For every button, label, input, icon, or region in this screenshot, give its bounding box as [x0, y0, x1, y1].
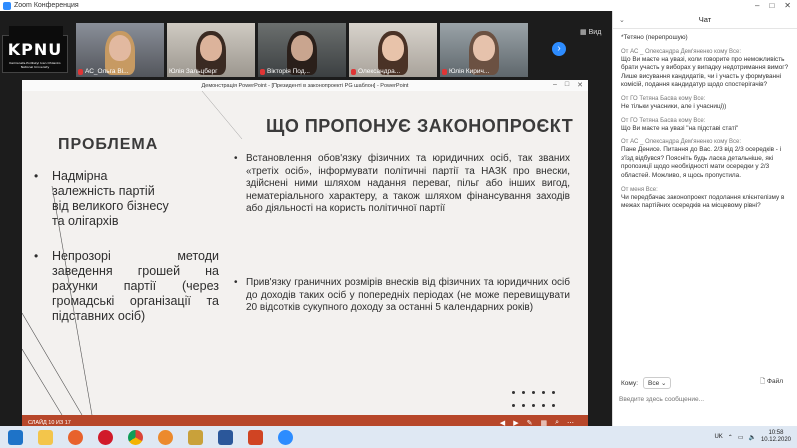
participant-name: Вікторія Под... [260, 68, 310, 75]
volume-icon[interactable]: 🔈 [748, 434, 755, 441]
powerpoint-window: Демонстрація PowerPoint - [Президенті в … [22, 80, 588, 430]
muted-mic-icon [351, 68, 356, 75]
word-icon[interactable] [210, 426, 240, 448]
problem-item: Непрозорі методи заведення грошей на рах… [34, 249, 219, 324]
meeting-area: KPNU Kamianets-Podilskyi Ivan Ohiienko N… [0, 11, 612, 430]
problem-heading: ПРОБЛЕМА [58, 136, 159, 153]
participant-tile[interactable]: Вікторія Под... [258, 23, 346, 77]
clock-time: 10:58 [768, 430, 784, 436]
problem-item: Надмірна залежність партій від великого … [34, 169, 169, 229]
close-icon[interactable]: ✕ [784, 1, 791, 10]
participant-name: Юлія Кирич... [442, 68, 489, 75]
muted-mic-icon [260, 68, 265, 75]
system-tray: UK ⌃ ▭ 🔈 10:58 10.12.2020 [714, 430, 797, 444]
powerpoint-icon[interactable] [240, 426, 270, 448]
message-text: Чи передбачає законопроект подолання клі… [621, 193, 785, 210]
proposal-item: Прив'язку граничних розмірів внесків від… [232, 277, 570, 315]
chat-panel: ⌄ Чат *Тетяно (перепрошую) От АС _ Олекс… [612, 11, 797, 426]
muted-mic-icon [78, 68, 83, 75]
dot-grid-decoration [512, 391, 562, 407]
message-text: Пане Денисе. Питання до Вас. 2/3 від 2/3… [621, 146, 782, 179]
clock-date: 10.12.2020 [760, 437, 791, 443]
chat-messages: *Тетяно (перепрошую) От АС _ Олександра … [613, 30, 797, 375]
university-logo: KPNU Kamianets-Podilskyi Ivan Ohiienko N… [2, 26, 68, 73]
window-title: Zoom Конференция [14, 2, 79, 9]
tray-arrow-icon[interactable]: ⌃ [728, 434, 733, 441]
proposal-item-2: Прив'язку граничних розмірів внесків від… [232, 277, 570, 315]
message-text: Що Ви маєте на увазі "на підставі статі" [621, 124, 739, 132]
maximize-icon[interactable]: □ [565, 81, 569, 89]
minimize-icon[interactable]: – [755, 1, 759, 10]
participant-name: Юлія Зальцберг [169, 68, 218, 75]
start-icon[interactable] [0, 426, 30, 448]
file-button[interactable]: 🗋 Файл [760, 377, 783, 388]
problem-list: Надмірна залежність партій від великого … [34, 169, 219, 324]
muted-mic-icon [442, 68, 447, 75]
participant-name: Олександра... [351, 68, 400, 75]
participant-tile[interactable]: Юлія Зальцберг [167, 23, 255, 77]
zoom-app-icon [3, 1, 11, 10]
firefox-icon[interactable] [60, 426, 90, 448]
app-icon[interactable] [180, 426, 210, 448]
chat-message: От ГО Тетяна Басва кому Все: Що Ви маєте… [621, 117, 792, 134]
slide-counter: СЛАЙД 10 ИЗ 17 [28, 419, 71, 426]
message-text: Не тільки учасники, але і учасниці)) [621, 102, 727, 110]
zoom-titlebar: Zoom Конференция – □ ✕ [0, 0, 797, 11]
chat-input[interactable] [619, 393, 791, 406]
language-indicator[interactable]: UK [714, 434, 722, 440]
participant-name: АС_Ольга Ві... [78, 68, 129, 75]
opera-icon[interactable] [90, 426, 120, 448]
message-sender: От АС _ Олександра Дем'яненко кому Все: [621, 48, 742, 55]
ppt-title: Демонстрація PowerPoint - [Президенті в … [201, 82, 409, 89]
proposal-item-1: Встановлення обов'язку фізичних та юриди… [232, 153, 570, 216]
chat-message: От меня Все: Чи передбачає законопроект … [621, 186, 792, 211]
chrome-icon[interactable] [120, 426, 150, 448]
logo-subtitle: Kamianets-Podilskyi Ivan Ohiienko Nation… [9, 61, 61, 69]
grid-icon: ▦ [580, 29, 587, 36]
message-sender: От ГО Тетяна Басва кому Все: [621, 117, 706, 124]
close-icon[interactable]: ✕ [577, 81, 583, 89]
slide: ПРОБЛЕМА ЩО ПРОПОНУЄ ЗАКОНОПРОЄКТ Надмір… [22, 91, 588, 415]
file-icon: 🗋 [759, 378, 766, 385]
zoom-icon[interactable] [270, 426, 300, 448]
taskbar: UK ⌃ ▭ 🔈 10:58 10.12.2020 [0, 426, 797, 448]
paint-icon[interactable] [150, 426, 180, 448]
logo-text: KPNU [7, 40, 63, 59]
chat-title: Чат [698, 15, 712, 24]
view-button[interactable]: ▦ Вид [580, 28, 601, 37]
recipient-dropdown[interactable]: Все ⌄ [643, 377, 672, 389]
clock[interactable]: 10:58 10.12.2020 [761, 430, 791, 444]
participant-tile[interactable]: АС_Ольга Ві... [76, 23, 164, 77]
maximize-icon[interactable]: □ [769, 1, 774, 10]
explorer-icon[interactable] [30, 426, 60, 448]
proposal-item: Встановлення обов'язку фізичних та юриди… [232, 153, 570, 216]
chat-message: От АС _ Олександра Дем'яненко кому Все: … [621, 138, 792, 180]
chat-header: ⌄ Чат [613, 11, 797, 29]
message-text: Що Ви маєте на увазі, коли говорите про … [621, 55, 789, 89]
minimize-icon[interactable]: – [553, 81, 557, 89]
ppt-titlebar: Демонстрація PowerPoint - [Президенті в … [22, 80, 588, 91]
video-strip: АС_Ольга Ві... Юлія Зальцберг Вікторія П… [76, 23, 528, 77]
chevron-down-icon[interactable]: ⌄ [619, 16, 625, 24]
chat-message: От ГО Тетяна Басва кому Все: Не тільки у… [621, 95, 792, 112]
message-sender: От ГО Тетяна Басва кому Все: [621, 95, 706, 102]
next-page-icon[interactable]: › [552, 42, 566, 56]
message-sender: От меня Все: [621, 186, 658, 193]
recipient-selector: Кому: Все ⌄ [621, 377, 672, 389]
network-icon[interactable]: ▭ [738, 434, 744, 441]
message-sender: От АС _ Олександра Дем'яненко кому Все: [621, 139, 742, 146]
window-controls: – □ ✕ [755, 1, 797, 10]
ppt-window-controls: – □ ✕ [553, 81, 583, 89]
chat-message: *Тетяно (перепрошую) [621, 34, 688, 41]
proposal-heading: ЩО ПРОПОНУЄ ЗАКОНОПРОЄКТ [266, 116, 574, 136]
chat-message: От АС _ Олександра Дем'яненко кому Все: … [621, 48, 792, 90]
participant-tile[interactable]: Олександра... [349, 23, 437, 77]
participant-tile[interactable]: Юлія Кирич... [440, 23, 528, 77]
screen: Zoom Конференция – □ ✕ KPNU Kamianets-Po… [0, 0, 797, 448]
recipient-label: Кому: [621, 379, 638, 387]
